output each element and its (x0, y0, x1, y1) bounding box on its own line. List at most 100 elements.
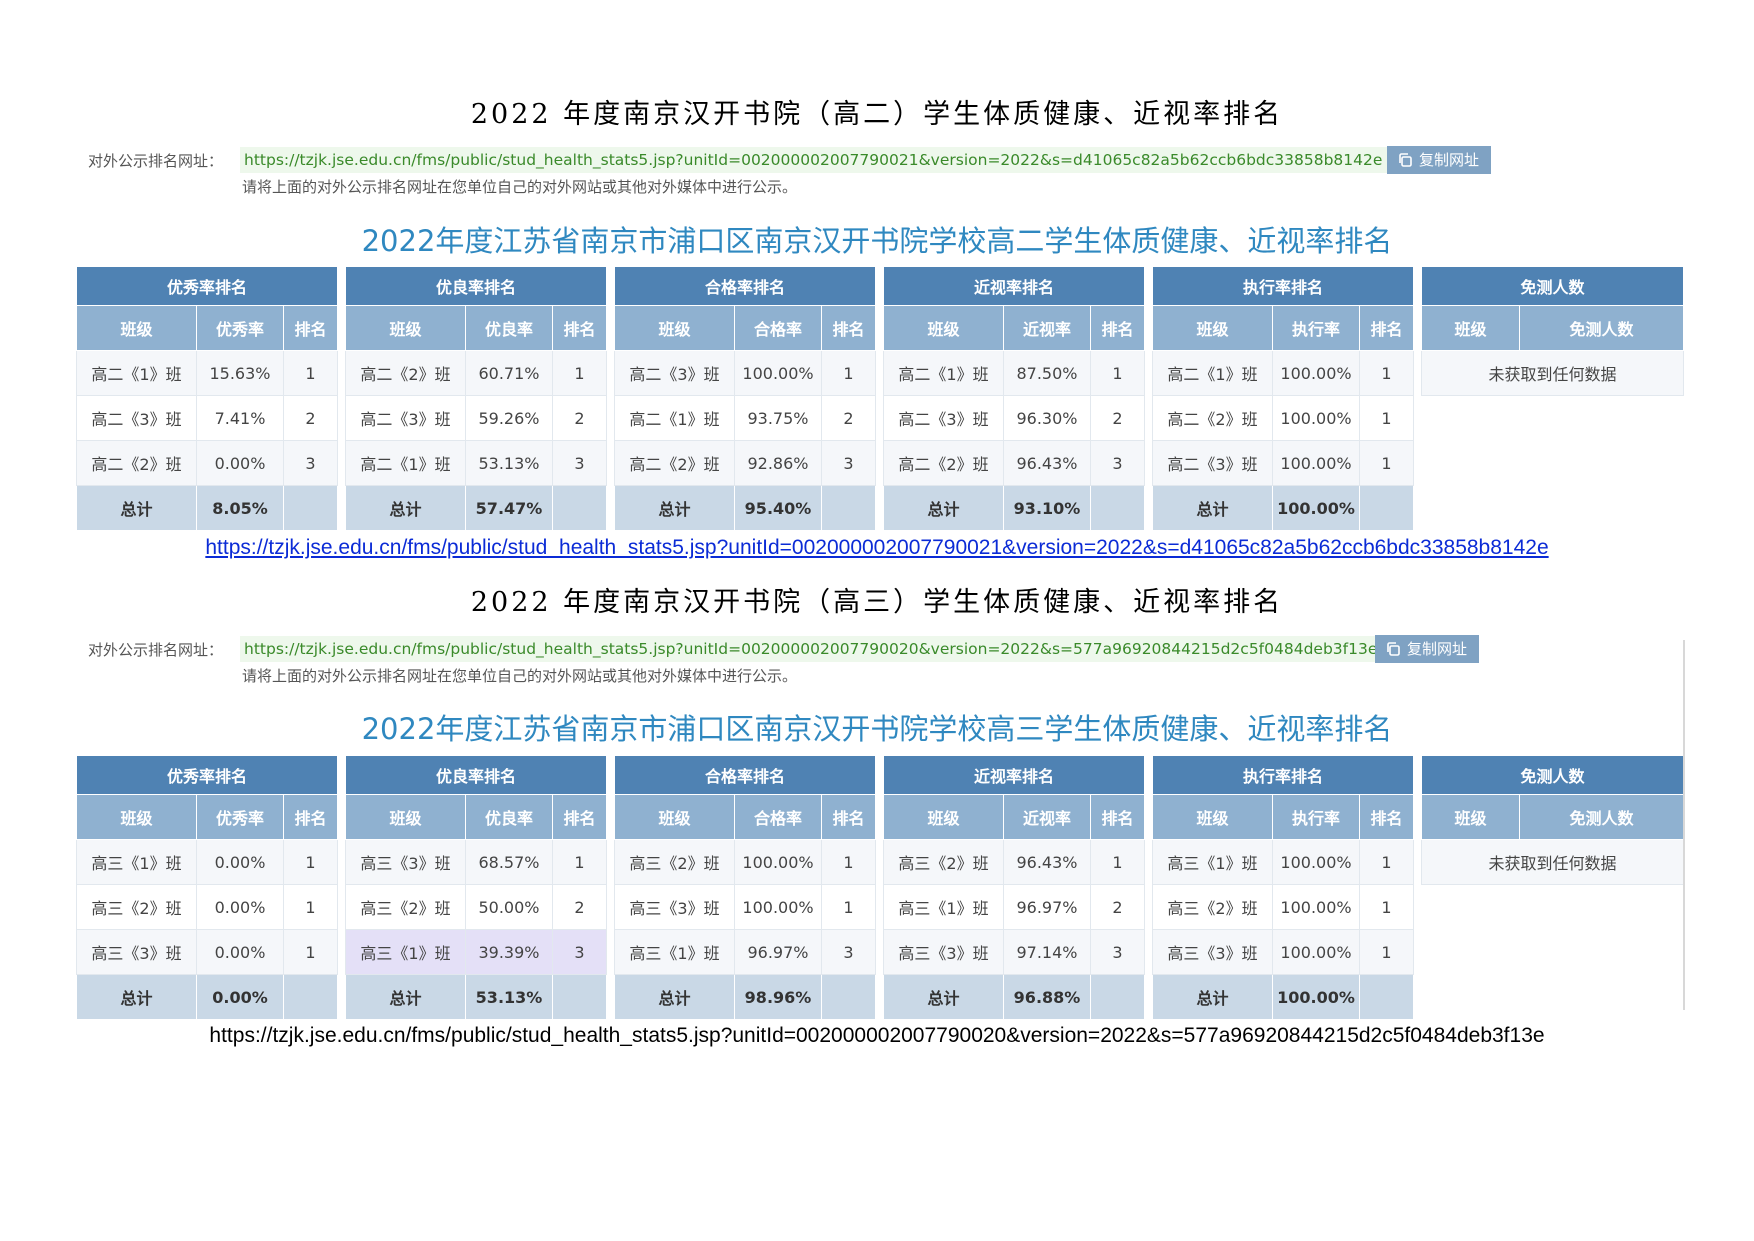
table-caption: 优秀率排名 (76, 755, 338, 795)
column-header: 合格率 (734, 794, 822, 840)
column-header: 班级 (76, 305, 197, 351)
table-row: 高三《3》班 68.57% 1 (345, 839, 607, 885)
table-caption: 免测人数 (1421, 266, 1684, 306)
total-cell (1359, 974, 1414, 1020)
table-row: 高三《1》班 100.00% 1 (1152, 839, 1414, 885)
table-cell: 高三《2》班 (1152, 884, 1273, 930)
copy-icon (1387, 642, 1400, 656)
ranking-table: 合格率排名 班级 合格率 排名 高二《3》班 100.00% 1 高二《1》班 93.75% 2 高… (614, 266, 876, 531)
table-cell: 高三《1》班 (1152, 839, 1273, 885)
table-cell: 高二《3》班 (883, 395, 1004, 441)
column-header: 班级 (614, 305, 735, 351)
total-cell (1359, 485, 1414, 531)
table-cell: 高二《2》班 (883, 440, 1004, 486)
total-row: 总计 53.13% (345, 974, 607, 1020)
table-caption: 近视率排名 (883, 266, 1145, 306)
table-cell: 1 (821, 839, 876, 885)
table-row: 高二《3》班 7.41% 2 (76, 395, 338, 441)
total-cell: 0.00% (196, 974, 284, 1020)
total-cell: 100.00% (1272, 974, 1360, 1020)
table-caption: 执行率排名 (1152, 266, 1414, 306)
table-cell: 96.43% (1003, 839, 1091, 885)
table-cell: 1 (1359, 440, 1414, 486)
table-cell: 2 (1090, 884, 1145, 930)
table-cell: 高三《3》班 (76, 929, 197, 975)
table-cell: 100.00% (1272, 440, 1360, 486)
total-cell: 8.05% (196, 485, 284, 531)
copy-url-button[interactable]: 复制网址 (1387, 146, 1492, 174)
total-cell: 总计 (614, 974, 735, 1020)
table-cell: 59.26% (465, 395, 553, 441)
table-row: 高二《2》班 96.43% 3 (883, 440, 1145, 486)
table-row: 高二《1》班 87.50% 1 (883, 350, 1145, 396)
copy-url-label: 复制网址 (1419, 151, 1480, 169)
section2-hint: 请将上面的对外公示排名网址在您单位自己的对外网站或其他对外媒体中进行公示。 (242, 667, 798, 685)
column-header: 近视率 (1003, 305, 1091, 351)
table-caption: 合格率排名 (614, 266, 876, 306)
table-row: 高三《3》班 100.00% 1 (1152, 929, 1414, 975)
table-cell: 1 (552, 839, 607, 885)
column-header: 优良率 (465, 305, 553, 351)
table-cell: 93.75% (734, 395, 822, 441)
ranking-table: 执行率排名 班级 执行率 排名 高二《1》班 100.00% 1 高二《2》班 100.00% 1… (1152, 266, 1414, 531)
column-header: 排名 (283, 305, 338, 351)
table-cell: 3 (821, 929, 876, 975)
table-row: 高二《3》班 59.26% 2 (345, 395, 607, 441)
total-cell (552, 974, 607, 1020)
table-caption: 优良率排名 (345, 755, 607, 795)
ranking-table: 近视率排名 班级 近视率 排名 高三《2》班 96.43% 1 高三《1》班 96.97% 2 高三… (883, 755, 1145, 1020)
table-cell: 1 (1359, 884, 1414, 930)
table-cell: 2 (1090, 395, 1145, 441)
total-cell: 总计 (614, 485, 735, 531)
column-header: 免测人数 (1519, 305, 1684, 351)
table-cell: 100.00% (1272, 839, 1360, 885)
table-row: 高三《2》班 100.00% 1 (1152, 884, 1414, 930)
total-cell (283, 974, 338, 1020)
exempt-table: 免测人数 班级 免测人数 未获取到任何数据 (1421, 266, 1684, 396)
table-cell: 高二《3》班 (345, 395, 466, 441)
public-url-input[interactable]: https://tzjk.jse.edu.cn/fms/public/stud_… (240, 147, 1387, 173)
copy-url-button[interactable]: 复制网址 (1375, 635, 1480, 663)
table-cell: 0.00% (196, 440, 284, 486)
table-cell: 50.00% (465, 884, 553, 930)
table-cell: 高二《1》班 (345, 440, 466, 486)
public-url-input[interactable]: https://tzjk.jse.edu.cn/fms/public/stud_… (240, 636, 1375, 662)
table-cell: 高二《3》班 (614, 350, 735, 396)
table-cell: 高三《2》班 (345, 884, 466, 930)
table-caption: 优良率排名 (345, 266, 607, 306)
section1-url-link[interactable]: https://tzjk.jse.edu.cn/fms/public/stud_… (0, 536, 1754, 560)
section2-title: 2022年度江苏省南京市浦口区南京汉开书院学校高三学生体质健康、近视率排名 (361, 712, 1393, 746)
total-cell (1090, 974, 1145, 1020)
copy-icon (1399, 153, 1412, 167)
total-cell (552, 485, 607, 531)
table-row: 高三《3》班 100.00% 1 (614, 884, 876, 930)
table-cell: 53.13% (465, 440, 553, 486)
table-cell: 100.00% (1272, 884, 1360, 930)
column-header: 班级 (1152, 794, 1273, 840)
column-header: 排名 (821, 305, 876, 351)
exempt-table: 免测人数 班级 免测人数 未获取到任何数据 (1421, 755, 1684, 885)
total-cell: 总计 (883, 485, 1004, 531)
column-header: 合格率 (734, 305, 822, 351)
table-row: 高二《1》班 15.63% 1 (76, 350, 338, 396)
table-cell: 1 (1359, 839, 1414, 885)
table-cell: 92.86% (734, 440, 822, 486)
table-cell: 0.00% (196, 884, 284, 930)
table-row: 高二《2》班 0.00% 3 (76, 440, 338, 486)
table-cell: 87.50% (1003, 350, 1091, 396)
column-header: 执行率 (1272, 305, 1360, 351)
public-url-label: 对外公示排名网址： (88, 640, 224, 659)
table-cell: 2 (552, 395, 607, 441)
section2-public-url-row: 对外公示排名网址： https://tzjk.jse.edu.cn/fms/pu… (88, 635, 1480, 663)
divider-line (1683, 640, 1685, 1010)
table-cell: 100.00% (734, 839, 822, 885)
table-cell: 1 (821, 350, 876, 396)
table-cell: 7.41% (196, 395, 284, 441)
table-cell: 3 (821, 440, 876, 486)
table-cell: 3 (283, 440, 338, 486)
table-row: 高二《2》班 92.86% 3 (614, 440, 876, 486)
table-cell: 3 (552, 440, 607, 486)
table-cell: 高三《1》班 (345, 929, 466, 975)
table-cell: 3 (1090, 929, 1145, 975)
total-row: 总计 95.40% (614, 485, 876, 531)
